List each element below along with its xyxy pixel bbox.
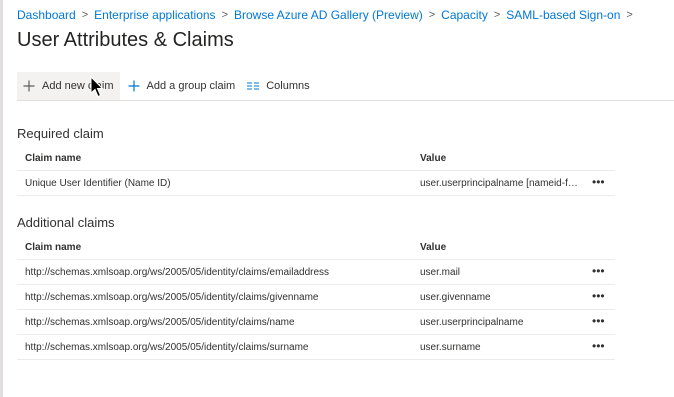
claim-value-cell: user.givenname: [412, 284, 582, 310]
plus-icon: [23, 80, 35, 92]
claim-value-cell: user.userprincipalname [nameid-for...: [412, 170, 582, 196]
column-header-actions: [582, 235, 615, 260]
command-bar: Add new claim Add a group claim Columns: [17, 72, 674, 101]
columns-label: Columns: [266, 80, 310, 92]
breadcrumb-browse-gallery[interactable]: Browse Azure AD Gallery (Preview): [234, 8, 423, 22]
column-header-value[interactable]: Value: [412, 235, 582, 260]
breadcrumb-capacity[interactable]: Capacity: [441, 8, 488, 22]
claim-name-cell: Unique User Identifier (Name ID): [17, 170, 412, 196]
columns-button[interactable]: Columns: [241, 72, 315, 100]
blade-left-border: [0, 0, 3, 397]
table-row[interactable]: http://schemas.xmlsoap.org/ws/2005/05/id…: [17, 284, 615, 310]
chevron-right-icon: >: [626, 9, 633, 21]
table-row[interactable]: Unique User Identifier (Name ID) user.us…: [17, 170, 615, 196]
more-ellipsis-icon[interactable]: •••: [590, 315, 607, 327]
table-header-row: Claim name Value: [17, 146, 615, 171]
table-header-row: Claim name Value: [17, 235, 615, 260]
chevron-right-icon: >: [221, 9, 228, 21]
breadcrumb-enterprise-applications[interactable]: Enterprise applications: [94, 8, 215, 22]
chevron-right-icon: >: [493, 9, 501, 21]
breadcrumb-dashboard[interactable]: Dashboard: [17, 8, 76, 22]
claim-value-cell: user.mail: [412, 259, 582, 285]
column-header-claim-name[interactable]: Claim name: [17, 235, 412, 260]
columns-icon: [247, 80, 260, 92]
column-header-actions: [582, 146, 615, 171]
column-header-claim-name[interactable]: Claim name: [17, 146, 412, 171]
claim-value-cell: user.surname: [412, 334, 582, 360]
more-ellipsis-icon[interactable]: •••: [590, 176, 607, 188]
add-new-claim-button[interactable]: Add new claim: [17, 72, 120, 100]
add-new-claim-label: Add new claim: [42, 80, 114, 92]
chevron-right-icon: >: [428, 9, 436, 21]
add-group-claim-button[interactable]: Add a group claim: [122, 72, 242, 100]
table-row[interactable]: http://schemas.xmlsoap.org/ws/2005/05/id…: [17, 334, 615, 360]
additional-claims-heading: Additional claims: [17, 215, 115, 230]
more-ellipsis-icon[interactable]: •••: [590, 340, 607, 352]
claim-name-cell: http://schemas.xmlsoap.org/ws/2005/05/id…: [17, 284, 412, 310]
breadcrumb-saml-sign-on[interactable]: SAML-based Sign-on: [506, 8, 620, 22]
claim-name-cell: http://schemas.xmlsoap.org/ws/2005/05/id…: [17, 259, 412, 285]
claim-name-cell: http://schemas.xmlsoap.org/ws/2005/05/id…: [17, 309, 412, 335]
chevron-right-icon: >: [81, 9, 89, 21]
claim-name-cell: http://schemas.xmlsoap.org/ws/2005/05/id…: [17, 334, 412, 360]
additional-claims-table: Claim name Value http://schemas.xmlsoap.…: [17, 235, 615, 360]
required-claim-table: Claim name Value Unique User Identifier …: [17, 146, 615, 196]
column-header-value[interactable]: Value: [412, 146, 582, 171]
required-claim-heading: Required claim: [17, 126, 104, 141]
more-ellipsis-icon[interactable]: •••: [590, 290, 607, 302]
add-group-claim-label: Add a group claim: [146, 80, 236, 92]
table-row[interactable]: http://schemas.xmlsoap.org/ws/2005/05/id…: [17, 309, 615, 335]
plus-icon: [128, 80, 140, 92]
claim-value-cell: user.userprincipalname: [412, 309, 582, 335]
table-row[interactable]: http://schemas.xmlsoap.org/ws/2005/05/id…: [17, 259, 615, 285]
breadcrumb: Dashboard > Enterprise applications > Br…: [17, 8, 639, 22]
more-ellipsis-icon[interactable]: •••: [590, 265, 607, 277]
page-title: User Attributes & Claims: [17, 29, 234, 51]
